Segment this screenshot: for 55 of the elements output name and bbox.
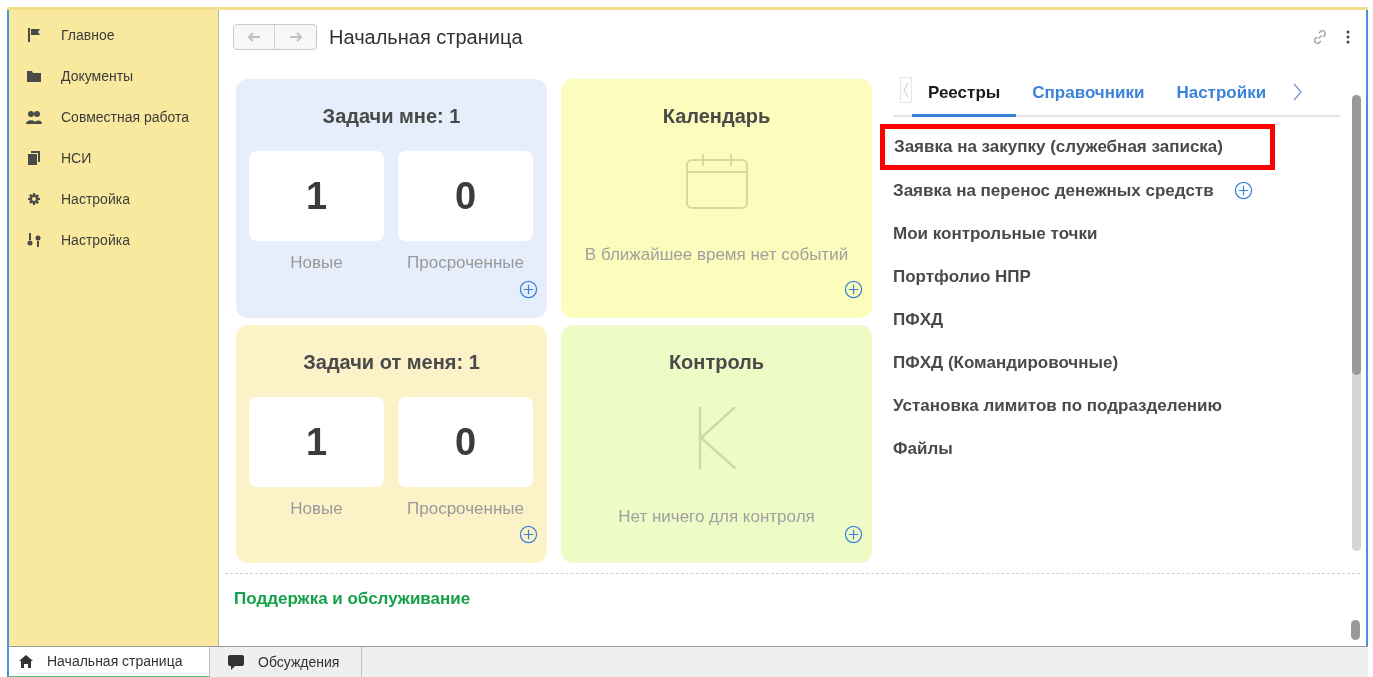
sidebar-item[interactable]: Совместная работа	[61, 106, 190, 128]
register-link[interactable]: Установка лимитов по подразделению	[893, 393, 1223, 419]
sliders-icon	[26, 232, 42, 248]
people-icon	[26, 109, 42, 125]
add-icon[interactable]	[519, 525, 538, 544]
register-link[interactable]: Заявка на перенос денежных средств	[893, 178, 1214, 204]
panel-tab[interactable]: Настройки	[1160, 71, 1283, 117]
sidebar-item[interactable]: НСИ	[61, 147, 92, 169]
register-link[interactable]: Портфолио НПР	[893, 264, 1031, 290]
sidebar-item[interactable]: Настройка	[61, 229, 130, 251]
register-link[interactable]: Файлы	[893, 436, 953, 462]
page-title: Начальная страница	[329, 24, 523, 50]
counter-label: Просроченные	[407, 498, 524, 520]
counter-tile[interactable]: 0	[398, 151, 533, 241]
home-icon	[19, 655, 33, 668]
sidebar-item[interactable]: Настройка	[61, 188, 130, 210]
counter-tile[interactable]: 1	[249, 397, 384, 487]
card-title: Контроль	[668, 350, 765, 375]
add-icon[interactable]	[844, 525, 863, 544]
card-title: Задачи от меня: 1	[303, 350, 480, 375]
link-icon[interactable]	[1311, 27, 1329, 46]
more-icon[interactable]	[1346, 29, 1350, 44]
chevron-right-icon[interactable]	[1292, 83, 1303, 101]
chat-icon	[228, 655, 244, 670]
sidebar-item[interactable]: Документы	[61, 65, 134, 87]
copy-icon	[26, 150, 42, 166]
register-link[interactable]: ПФХД	[893, 307, 944, 333]
scrollbar-thumb[interactable]	[1351, 620, 1360, 640]
counter-tile[interactable]: 1	[249, 151, 384, 241]
counter-label: Просроченные	[407, 252, 524, 274]
counter-label: Новые	[290, 498, 343, 520]
register-link[interactable]: Мои контрольные точки	[893, 221, 1098, 247]
register-link[interactable]: ПФХД (Командировочные)	[893, 350, 1119, 376]
panel-tab[interactable]: Реестры	[912, 71, 1017, 117]
panel-tab[interactable]: Справочники	[1016, 71, 1161, 117]
flag-icon	[26, 27, 42, 43]
gear-icon	[26, 191, 42, 207]
folder-icon	[26, 68, 42, 84]
empty-message: В ближайшее время нет событий	[584, 244, 849, 266]
left-arrow-icon	[247, 31, 261, 42]
sidebar-item[interactable]: Главное	[61, 24, 115, 46]
card-title: Задачи мне: 1	[322, 104, 461, 129]
empty-message: Нет ничего для контроля	[618, 506, 815, 528]
add-icon[interactable]	[519, 280, 538, 299]
card-title: Календарь	[662, 104, 771, 129]
add-icon[interactable]	[844, 280, 863, 299]
counter-label: Новые	[290, 252, 343, 274]
scrollbar[interactable]	[1352, 95, 1361, 551]
calendar-icon	[684, 152, 749, 210]
counter-tile[interactable]: 0	[398, 397, 533, 487]
scroll-left-icon[interactable]	[900, 77, 912, 103]
letter-k-icon	[696, 407, 737, 469]
right-arrow-icon	[288, 31, 303, 42]
add-icon[interactable]	[1233, 181, 1253, 201]
bottom-tab[interactable]: Начальная страница	[9, 647, 210, 677]
